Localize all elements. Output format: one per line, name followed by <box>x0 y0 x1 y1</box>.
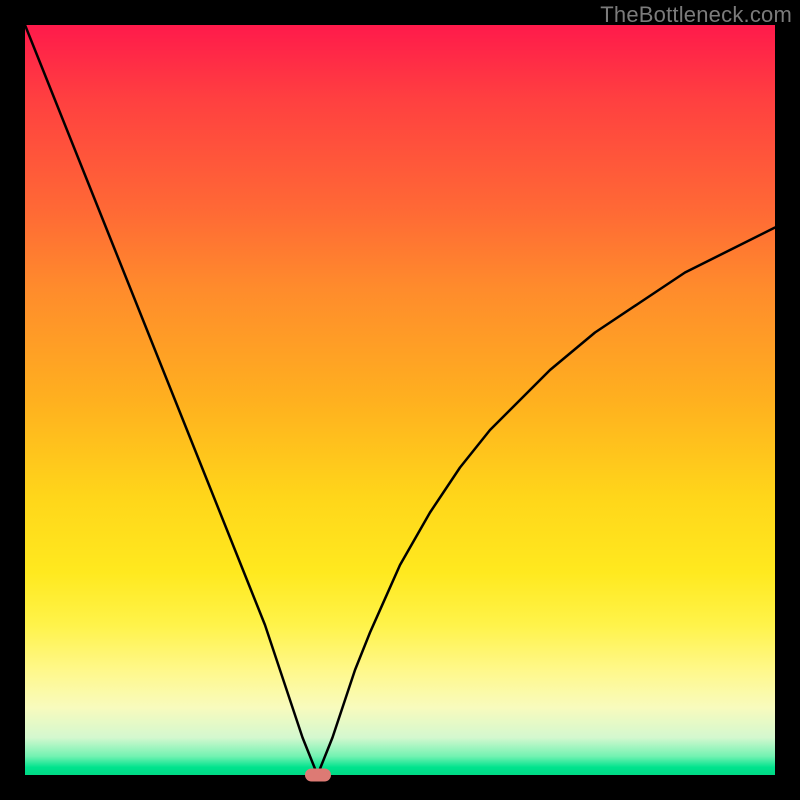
optimum-marker <box>305 769 331 782</box>
curve-left-branch <box>25 25 318 775</box>
plot-area <box>25 25 775 775</box>
curve-svg <box>25 25 775 775</box>
curve-right-branch <box>318 228 776 776</box>
chart-container: TheBottleneck.com <box>0 0 800 800</box>
